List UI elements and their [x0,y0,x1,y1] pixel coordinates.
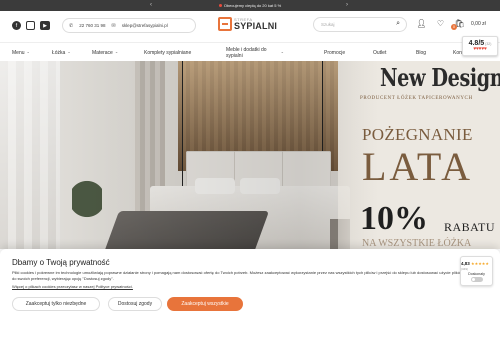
nav-item-outlet[interactable]: Outlet [373,43,386,62]
nav-item-promotions[interactable]: Promocje [324,43,345,62]
nav-item-mattresses[interactable]: Materace ⌄ [92,43,118,62]
nav-item-blog[interactable]: Blog [416,43,426,62]
nav-item-sets[interactable]: Komplety sypialniane [144,43,194,62]
rating-badge[interactable]: 4.8/5(32) ♥♥♥♥♥ [462,36,498,56]
star-rating-icon: ★★★★★ [471,260,489,266]
promo-dot-icon [218,4,222,7]
chevron-right-icon[interactable]: › [346,1,348,10]
cart-total[interactable]: 0,00 zł [471,21,486,27]
cart-count-badge: 0 [451,24,457,30]
cookie-banner: Dbamy o Twoją prywatność Pliki cookies i… [0,249,500,348]
nav-item-furniture[interactable]: Meble i dodatki do sypialni ⌄ [226,43,284,62]
youtube-icon[interactable]: ▶ [40,21,50,30]
promo-farewell: POŻEGNANIE [362,125,473,144]
nav-item-menu[interactable]: Menu ⌄ [12,43,30,62]
toggle-icon[interactable] [470,276,483,282]
heart-icon[interactable]: ♡ [435,18,446,29]
promo-bar: ‹ Obecujemy ciepłą do 20 kat 5 % › [0,0,500,11]
search-icon[interactable]: ⌕ [396,20,400,28]
trust-badge[interactable]: 4,83 ★★★★★ (349) Doskonały [460,256,493,286]
logo-text: STREFA SYPIALNI [234,17,278,31]
accept-all-button[interactable]: Zaakceptuj wszystkie [167,297,243,311]
facebook-icon[interactable]: f [12,21,21,30]
chevron-left-icon[interactable]: ‹ [150,1,152,10]
search-placeholder: Szukaj [321,22,335,27]
user-icon[interactable]: 👤︎ [416,18,427,29]
promo-title: New Design [380,63,500,92]
cookie-title: Dbamy o Twoją prywatność [12,258,110,267]
phone-number[interactable]: 22 760 31 98 [79,23,105,28]
social-links: f ▶ [12,21,50,30]
main-nav: Menu ⌄ Łóżka ⌄ Materace ⌄ Komplety sypialni… [0,42,500,61]
hero-banner[interactable]: New Design PRODUCENT ŁÓŻEK TAPICEROWANYC… [0,61,500,249]
chevron-down-icon: ⌄ [67,49,71,55]
contact-box: ✆ 22 760 31 98 ✉ sklep@strefasypialni.pl [62,18,196,33]
mail-icon: ✉ [111,22,116,29]
promo-percent: 10% [360,200,428,237]
phone-icon: ✆ [69,22,74,29]
cookie-text: Pliki cookies i pokrewne im technologie … [12,270,463,282]
logo[interactable]: STREFA SYPIALNI [218,17,277,31]
instagram-icon[interactable] [26,21,35,30]
promo-season: LATA [362,144,474,189]
promo-subtitle: PRODUCENT ŁÓŻEK TAPICEROWANYCH [360,96,473,101]
promo-all-beds: NA WSZYSTKIE ŁÓŻKA [362,238,472,249]
chevron-down-icon: ⌄ [280,49,284,55]
cart-icon[interactable]: 🛍︎ 0 [451,18,465,30]
email-address[interactable]: sklep@strefasypialni.pl [122,23,168,28]
privacy-policy-link[interactable]: Więcej o plikach cookies przeczytasz w n… [12,284,133,289]
accept-necessary-button[interactable]: Zaakceptuj tylko niezbędne [12,297,100,311]
header: f ▶ ✆ 22 760 31 98 ✉ sklep@strefasypialn… [0,11,500,42]
trust-score: 4,83 ★★★★★ (349) [461,260,489,271]
chevron-down-icon: ⌄ [26,49,30,55]
header-icons: 👤︎ ♡ 🛍︎ 0 0,00 zł [416,18,486,30]
nav-item-beds[interactable]: Łóżka ⌄ [52,43,71,62]
logo-big-text: SYPIALNI [234,20,278,31]
chevron-down-icon: ⌄ [114,49,119,55]
trust-label: Doskonały [468,271,485,276]
customize-consent-button[interactable]: Dostosuj zgody [108,297,162,311]
rating-hearts-icon: ♥♥♥♥♥ [473,46,487,52]
promo-discount-word: RABATU [444,220,496,234]
search-input[interactable]: Szukaj ⌕ [313,17,407,32]
promo-text: Obecujemy ciepłą do 20 kat 5 % [218,3,281,8]
logo-mark-icon [218,17,232,31]
